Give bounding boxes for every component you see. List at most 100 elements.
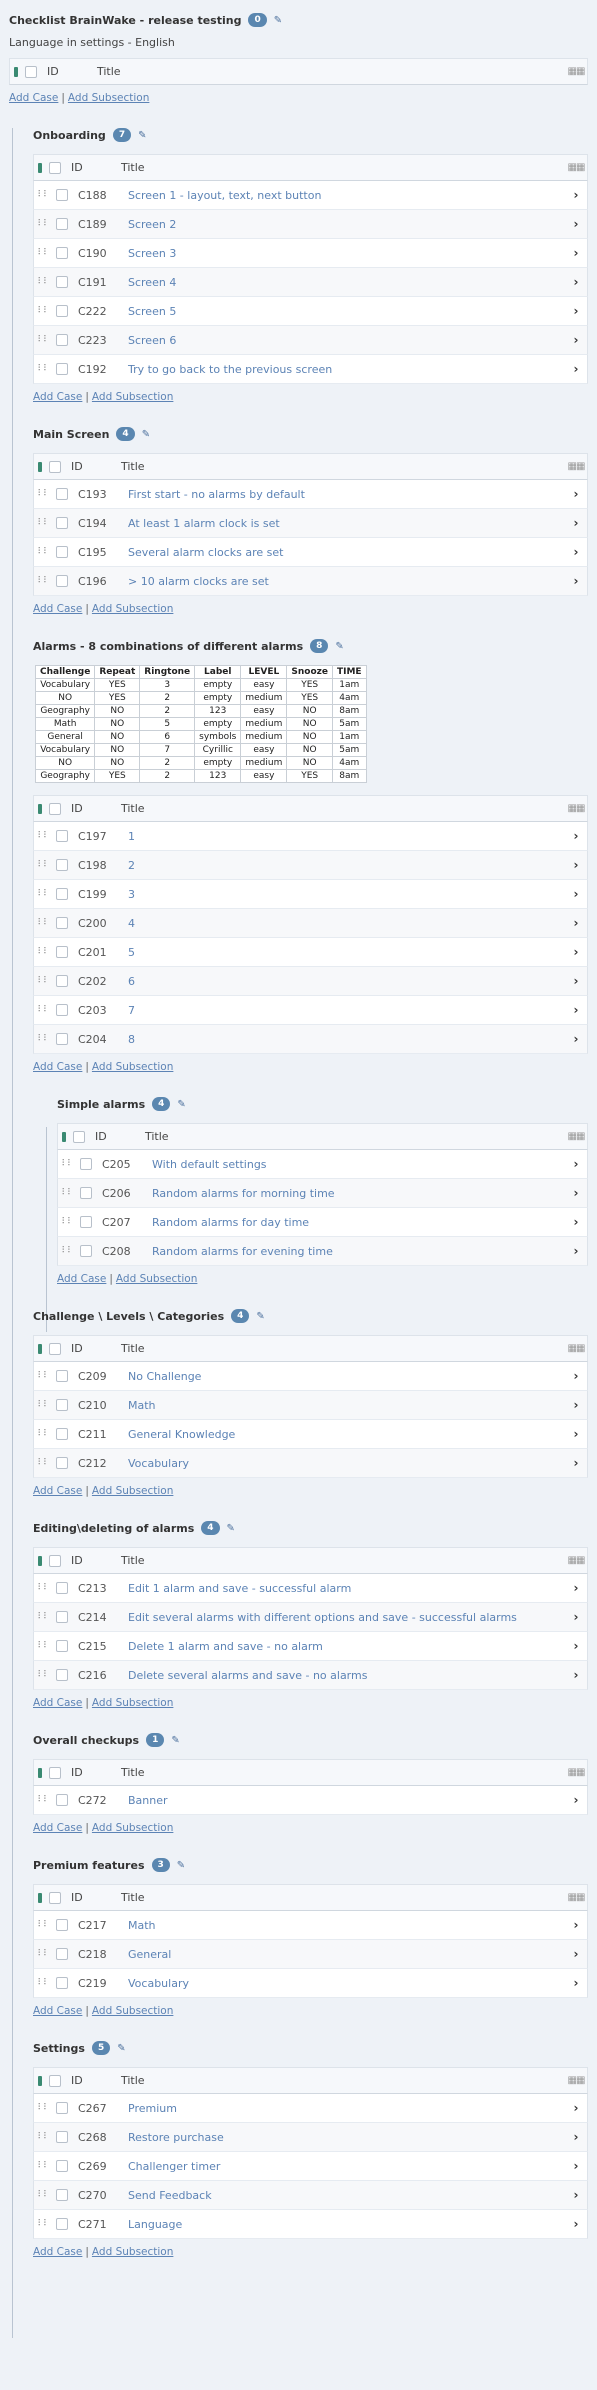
row-checkbox[interactable] xyxy=(56,1669,68,1681)
table-row[interactable]: ⠇⠇ C203 7 › xyxy=(33,996,588,1025)
drag-handle-icon[interactable]: ⠇⠇ xyxy=(34,1400,52,1410)
chevron-right-icon[interactable]: › xyxy=(565,1186,587,1200)
add-subsection-link[interactable]: Add Subsection xyxy=(92,2005,173,2017)
columns-icon[interactable]: ▦▦ xyxy=(565,1343,587,1354)
case-title-link[interactable]: Language xyxy=(128,2218,565,2231)
table-row[interactable]: ⠇⠇ C219 Vocabulary › xyxy=(33,1969,588,1998)
columns-icon[interactable]: ▦▦ xyxy=(565,461,587,472)
columns-icon[interactable]: ▦▦ xyxy=(565,1555,587,1566)
case-title-link[interactable]: Random alarms for day time xyxy=(152,1216,565,1229)
row-checkbox[interactable] xyxy=(56,1794,68,1806)
drag-handle-icon[interactable]: ⠇⠇ xyxy=(34,1612,52,1622)
table-row[interactable]: ⠇⠇ C194 At least 1 alarm clock is set › xyxy=(33,509,588,538)
row-checkbox[interactable] xyxy=(56,830,68,842)
table-row[interactable]: ⠇⠇ C207 Random alarms for day time › xyxy=(57,1208,588,1237)
chevron-right-icon[interactable]: › xyxy=(565,858,587,872)
case-title-link[interactable]: Screen 2 xyxy=(128,218,565,231)
row-checkbox[interactable] xyxy=(56,1370,68,1382)
table-row[interactable]: ⠇⠇ C200 4 › xyxy=(33,909,588,938)
case-title-link[interactable]: 3 xyxy=(128,888,565,901)
table-row[interactable]: ⠇⠇ C197 1 › xyxy=(33,822,588,851)
drag-handle-icon[interactable]: ⠇⠇ xyxy=(34,860,52,870)
row-checkbox[interactable] xyxy=(56,1611,68,1623)
drag-handle-icon[interactable]: ⠇⠇ xyxy=(34,918,52,928)
chevron-right-icon[interactable]: › xyxy=(565,487,587,501)
case-title-link[interactable]: Delete several alarms and save - no alar… xyxy=(128,1669,565,1682)
add-subsection-link[interactable]: Add Subsection xyxy=(92,603,173,615)
drag-handle-icon[interactable]: ⠇⠇ xyxy=(34,1641,52,1651)
select-all-checkbox[interactable] xyxy=(49,802,61,815)
add-case-link[interactable]: Add Case xyxy=(33,2246,82,2258)
case-title-link[interactable]: Screen 5 xyxy=(128,305,565,318)
row-checkbox[interactable] xyxy=(56,1977,68,1989)
drag-handle-icon[interactable]: ⠇⠇ xyxy=(34,2190,52,2200)
case-title-link[interactable]: Screen 4 xyxy=(128,276,565,289)
drag-handle-icon[interactable]: ⠇⠇ xyxy=(34,489,52,499)
table-row[interactable]: ⠇⠇ C201 5 › xyxy=(33,938,588,967)
row-checkbox[interactable] xyxy=(56,2189,68,2201)
row-checkbox[interactable] xyxy=(56,1919,68,1931)
drag-handle-icon[interactable]: ⠇⠇ xyxy=(34,219,52,229)
chevron-right-icon[interactable]: › xyxy=(565,1215,587,1229)
drag-handle-icon[interactable]: ⠇⠇ xyxy=(34,831,52,841)
edit-pencil-icon[interactable]: ✎ xyxy=(142,429,150,440)
table-row[interactable]: ⠇⠇ C213 Edit 1 alarm and save - successful… xyxy=(33,1574,588,1603)
table-row[interactable]: ⠇⠇ C210 Math › xyxy=(33,1391,588,1420)
drag-handle-icon[interactable]: ⠇⠇ xyxy=(34,1795,52,1805)
table-row[interactable]: ⠇⠇ C202 6 › xyxy=(33,967,588,996)
columns-icon[interactable]: ▦▦ xyxy=(565,162,587,173)
row-checkbox[interactable] xyxy=(56,2102,68,2114)
row-checkbox[interactable] xyxy=(56,1033,68,1045)
add-subsection-link[interactable]: Add Subsection xyxy=(68,92,149,104)
select-all-checkbox[interactable] xyxy=(49,1891,61,1904)
drag-handle-icon[interactable]: ⠇⠇ xyxy=(34,976,52,986)
chevron-right-icon[interactable]: › xyxy=(565,1976,587,1990)
drag-handle-icon[interactable]: ⠇⠇ xyxy=(34,306,52,316)
select-all-checkbox[interactable] xyxy=(25,65,37,78)
row-checkbox[interactable] xyxy=(56,546,68,558)
add-case-link[interactable]: Add Case xyxy=(33,1697,82,1709)
chevron-right-icon[interactable]: › xyxy=(565,916,587,930)
row-checkbox[interactable] xyxy=(56,1428,68,1440)
drag-handle-icon[interactable]: ⠇⠇ xyxy=(58,1217,76,1227)
chevron-right-icon[interactable]: › xyxy=(565,1427,587,1441)
add-case-link[interactable]: Add Case xyxy=(33,2005,82,2017)
case-title-link[interactable]: Try to go back to the previous screen xyxy=(128,363,565,376)
drag-handle-icon[interactable]: ⠇⠇ xyxy=(58,1246,76,1256)
chevron-right-icon[interactable]: › xyxy=(565,1581,587,1595)
edit-pencil-icon[interactable]: ✎ xyxy=(177,1860,185,1871)
drag-handle-icon[interactable]: ⠇⠇ xyxy=(34,1005,52,1015)
table-row[interactable]: ⠇⠇ C208 Random alarms for evening time › xyxy=(57,1237,588,1266)
table-row[interactable]: ⠇⠇ C191 Screen 4 › xyxy=(33,268,588,297)
table-row[interactable]: ⠇⠇ C190 Screen 3 › xyxy=(33,239,588,268)
case-title-link[interactable]: General Knowledge xyxy=(128,1428,565,1441)
edit-pencil-icon[interactable]: ✎ xyxy=(177,1099,185,1110)
drag-handle-icon[interactable]: ⠇⠇ xyxy=(34,1583,52,1593)
chevron-right-icon[interactable]: › xyxy=(565,2159,587,2173)
case-title-link[interactable]: Math xyxy=(128,1919,565,1932)
row-checkbox[interactable] xyxy=(56,276,68,288)
row-checkbox[interactable] xyxy=(56,517,68,529)
case-title-link[interactable]: Edit 1 alarm and save - successful alarm xyxy=(128,1582,565,1595)
table-row[interactable]: ⠇⠇ C214 Edit several alarms with different… xyxy=(33,1603,588,1632)
edit-pencil-icon[interactable]: ✎ xyxy=(335,641,343,652)
drag-handle-icon[interactable]: ⠇⠇ xyxy=(34,1670,52,1680)
drag-handle-icon[interactable]: ⠇⠇ xyxy=(34,547,52,557)
row-checkbox[interactable] xyxy=(56,305,68,317)
row-checkbox[interactable] xyxy=(56,1948,68,1960)
table-row[interactable]: ⠇⠇ C218 General › xyxy=(33,1940,588,1969)
case-title-link[interactable]: 2 xyxy=(128,859,565,872)
select-all-checkbox[interactable] xyxy=(49,2074,61,2087)
chevron-right-icon[interactable]: › xyxy=(565,2130,587,2144)
add-case-link[interactable]: Add Case xyxy=(33,603,82,615)
drag-handle-icon[interactable]: ⠇⠇ xyxy=(34,2161,52,2171)
chevron-right-icon[interactable]: › xyxy=(565,516,587,530)
case-title-link[interactable]: 4 xyxy=(128,917,565,930)
case-title-link[interactable]: Challenger timer xyxy=(128,2160,565,2173)
add-subsection-link[interactable]: Add Subsection xyxy=(92,1697,173,1709)
chevron-right-icon[interactable]: › xyxy=(565,2101,587,2115)
table-row[interactable]: ⠇⠇ C199 3 › xyxy=(33,880,588,909)
table-row[interactable]: ⠇⠇ C268 Restore purchase › xyxy=(33,2123,588,2152)
add-case-link[interactable]: Add Case xyxy=(33,1822,82,1834)
columns-icon[interactable]: ▦▦ xyxy=(565,1767,587,1778)
